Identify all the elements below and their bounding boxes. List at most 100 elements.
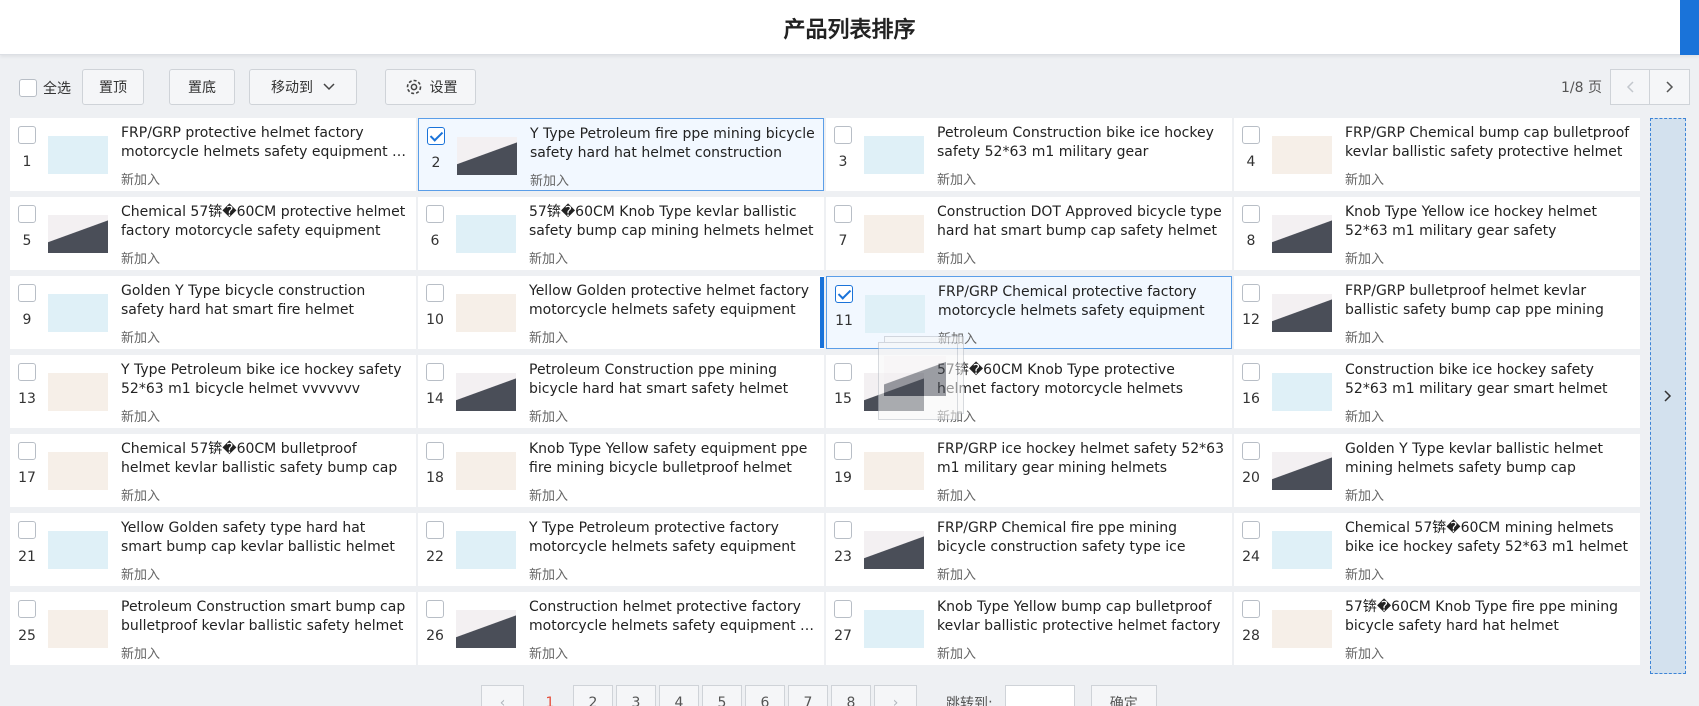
product-card[interactable]: 7 Construction DOT Approved bicycle type …: [826, 197, 1232, 270]
product-checkbox[interactable]: [426, 284, 444, 302]
product-thumbnail: [1272, 294, 1332, 332]
bottom-prev-button[interactable]: ‹: [481, 685, 524, 706]
select-all-checkbox[interactable]: [19, 79, 37, 97]
product-card[interactable]: 25 Petroleum Construction smart bump cap …: [10, 592, 416, 665]
product-checkbox[interactable]: [1242, 521, 1260, 539]
product-card[interactable]: 20 Golden Y Type kevlar ballistic helmet …: [1234, 434, 1640, 507]
product-checkbox[interactable]: [835, 285, 853, 303]
page-number-button[interactable]: 6: [745, 685, 785, 706]
product-status: 新加入: [1345, 410, 1385, 425]
product-checkbox[interactable]: [18, 126, 36, 144]
product-card[interactable]: 5 Chemical 57锛�60CM protective helmet fac…: [10, 197, 416, 270]
page-number-button[interactable]: 7: [788, 685, 828, 706]
product-card[interactable]: 23 FRP/GRP Chemical fire ppe mining bicyc…: [826, 513, 1232, 586]
product-card[interactable]: 8 Knob Type Yellow ice hockey helmet 52*6…: [1234, 197, 1640, 270]
product-card[interactable]: 24 Chemical 57锛�60CM mining helmets bike …: [1234, 513, 1640, 586]
product-checkbox[interactable]: [18, 521, 36, 539]
product-card[interactable]: 16 Construction bike ice hockey safety 52…: [1234, 355, 1640, 428]
product-index: 8: [1246, 233, 1256, 249]
product-card[interactable]: 3 Petroleum Construction bike ice hockey …: [826, 118, 1232, 191]
jump-page-input[interactable]: [1004, 685, 1075, 706]
product-thumbnail: [865, 295, 925, 333]
product-checkbox[interactable]: [834, 363, 852, 381]
page-number-button[interactable]: 8: [831, 685, 871, 706]
bottom-next-button[interactable]: ›: [874, 685, 917, 706]
product-index: 17: [18, 470, 36, 486]
product-checkbox[interactable]: [426, 600, 444, 618]
product-card[interactable]: 10 Yellow Golden protective helmet factor…: [418, 276, 824, 349]
product-status: 新加入: [937, 252, 977, 267]
product-checkbox[interactable]: [18, 205, 36, 223]
product-checkbox[interactable]: [18, 284, 36, 302]
product-checkbox[interactable]: [1242, 442, 1260, 460]
product-card[interactable]: 13 Y Type Petroleum bike ice hockey safet…: [10, 355, 416, 428]
product-checkbox[interactable]: [18, 600, 36, 618]
product-name: Petroleum Construction ppe mining bicycl…: [529, 362, 789, 397]
next-page-drop-panel[interactable]: [1650, 118, 1686, 674]
product-card[interactable]: 12 FRP/GRP bulletproof helmet kevlar ball…: [1234, 276, 1640, 349]
move-to-dropdown[interactable]: 移动到: [249, 69, 357, 105]
product-status: 新加入: [937, 568, 977, 583]
select-all[interactable]: 全选: [19, 78, 71, 98]
product-card[interactable]: 19 FRP/GRP ice hockey helmet safety 52*63…: [826, 434, 1232, 507]
product-card[interactable]: 28 57锛�60CM Knob Type fire ppe mining bic…: [1234, 592, 1640, 665]
product-card[interactable]: 18 Knob Type Yellow safety equipment ppe …: [418, 434, 824, 507]
move-top-button[interactable]: 置顶: [82, 69, 144, 105]
product-card[interactable]: 27 Knob Type Yellow bump cap bulletproof …: [826, 592, 1232, 665]
product-checkbox[interactable]: [834, 600, 852, 618]
page-number-button[interactable]: 5: [702, 685, 742, 706]
product-status: 新加入: [937, 489, 977, 504]
product-status: 新加入: [1345, 331, 1385, 346]
product-index: 28: [1242, 628, 1260, 644]
next-page-button[interactable]: [1650, 69, 1690, 105]
product-index: 18: [426, 470, 444, 486]
product-card[interactable]: 14 Petroleum Construction ppe mining bicy…: [418, 355, 824, 428]
prev-page-button[interactable]: [1610, 69, 1650, 105]
page-number-button[interactable]: 1: [530, 685, 570, 706]
product-card[interactable]: 26 Construction helmet protective factory…: [418, 592, 824, 665]
product-card[interactable]: 4 FRP/GRP Chemical bump cap bulletproof k…: [1234, 118, 1640, 191]
chevron-down-icon: [323, 83, 335, 91]
product-checkbox[interactable]: [426, 205, 444, 223]
product-status: 新加入: [1345, 489, 1385, 504]
product-name: Petroleum Construction smart bump cap bu…: [121, 599, 406, 634]
product-checkbox[interactable]: [834, 521, 852, 539]
product-checkbox[interactable]: [834, 442, 852, 460]
product-checkbox[interactable]: [1242, 284, 1260, 302]
product-checkbox[interactable]: [426, 521, 444, 539]
product-checkbox[interactable]: [834, 205, 852, 223]
product-card[interactable]: 22 Y Type Petroleum protective factory mo…: [418, 513, 824, 586]
toolbar: 全选 置顶 置底 移动到 设置 1/8 页: [10, 69, 1690, 105]
product-checkbox[interactable]: [426, 442, 444, 460]
move-bottom-button[interactable]: 置底: [169, 69, 235, 105]
product-checkbox[interactable]: [1242, 600, 1260, 618]
product-card[interactable]: 17 Chemical 57锛�60CM bulletproof helmet k…: [10, 434, 416, 507]
page-header: 产品列表排序: [0, 0, 1699, 55]
product-name: Knob Type Yellow ice hockey helmet 52*63…: [1345, 204, 1597, 239]
product-card[interactable]: 9 Golden Y Type bicycle construction safe…: [10, 276, 416, 349]
product-status: 新加入: [937, 647, 977, 662]
product-checkbox[interactable]: [18, 363, 36, 381]
header-side-tab[interactable]: [1680, 0, 1699, 55]
product-card[interactable]: 2 Y Type Petroleum fire ppe mining bicycl…: [418, 118, 824, 191]
jump-confirm-button[interactable]: 确定: [1090, 685, 1157, 706]
product-card[interactable]: 6 57锛�60CM Knob Type kevlar ballistic saf…: [418, 197, 824, 270]
product-checkbox[interactable]: [1242, 205, 1260, 223]
product-checkbox[interactable]: [427, 127, 445, 145]
product-checkbox[interactable]: [18, 442, 36, 460]
product-checkbox[interactable]: [834, 126, 852, 144]
product-card[interactable]: 21 Yellow Golden safety type hard hat sma…: [10, 513, 416, 586]
page-number-button[interactable]: 2: [573, 685, 613, 706]
product-index: 27: [834, 628, 852, 644]
product-name: Y Type Petroleum bike ice hockey safety …: [121, 362, 402, 397]
product-thumbnail: [456, 531, 516, 569]
page-number-button[interactable]: 3: [616, 685, 656, 706]
product-checkbox[interactable]: [1242, 363, 1260, 381]
product-card[interactable]: 1 FRP/GRP protective helmet factory motor…: [10, 118, 416, 191]
settings-button[interactable]: 设置: [385, 69, 476, 105]
product-checkbox[interactable]: [1242, 126, 1260, 144]
page-number-button[interactable]: 4: [659, 685, 699, 706]
product-status: 新加入: [529, 568, 569, 583]
product-index: 23: [834, 549, 852, 565]
product-checkbox[interactable]: [426, 363, 444, 381]
